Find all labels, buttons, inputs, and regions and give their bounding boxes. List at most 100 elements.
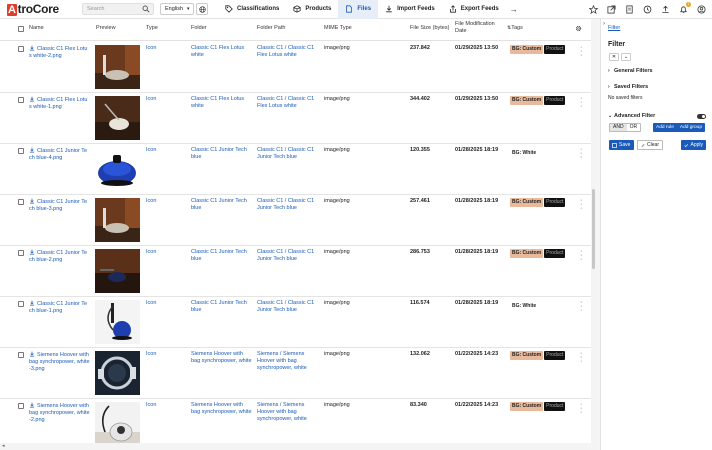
language-select[interactable]: English ▾ <box>160 3 194 15</box>
col-folder[interactable]: Folder <box>191 25 207 32</box>
file-preview-image[interactable] <box>95 300 140 344</box>
table-row[interactable]: Classic C1 Junior Te ch blue-4.png Icon Cla… <box>0 144 596 195</box>
row-checkbox[interactable] <box>18 250 24 256</box>
row-checkbox[interactable] <box>18 148 24 154</box>
download-icon[interactable] <box>29 402 35 408</box>
folder-link[interactable]: Classic C1 Junior Tech blue <box>191 300 253 314</box>
row-checkbox[interactable] <box>18 301 24 307</box>
notes-icon[interactable] <box>625 5 634 14</box>
clear-all-filters-icon[interactable]: ✕ <box>609 53 619 61</box>
folder-link[interactable]: Classic C1 Junior Tech blue <box>191 198 253 212</box>
apply-filter-button[interactable]: Apply <box>681 140 706 150</box>
folder-path-link[interactable]: Siemens / Siemens Hoover with bag synchrop… <box>257 402 321 423</box>
col-preview[interactable]: Preview <box>96 25 116 32</box>
nav-item-products[interactable]: Products <box>286 0 338 19</box>
nav-item-files[interactable]: Files <box>338 0 379 19</box>
folder-link[interactable]: Classic C1 Junior Tech blue <box>191 249 253 263</box>
table-row[interactable]: Siemens Hoover with bag synchropower, whi… <box>0 348 596 399</box>
advanced-filter-toggle[interactable]: ⌄ Advanced Filter <box>608 113 655 119</box>
file-preview-image[interactable] <box>95 147 140 191</box>
row-checkbox[interactable] <box>18 352 24 358</box>
file-name-link[interactable]: Classic C1 Junior Te ch blue-2.png <box>29 249 91 264</box>
save-filter-button[interactable]: Save <box>609 140 634 150</box>
file-preview-image[interactable] <box>95 402 140 446</box>
nav-item-classifications[interactable]: Classifications <box>218 0 286 19</box>
folder-link[interactable]: Classic C1 Flex Lotus white <box>191 96 253 110</box>
upload-icon[interactable] <box>661 5 670 14</box>
add-group-button[interactable]: Add group <box>677 123 705 132</box>
col-tags[interactable]: ⇅Tags <box>507 25 523 32</box>
and-option[interactable]: AND <box>610 124 627 131</box>
file-name-link[interactable]: Classic C1 Junior Te ch blue-1.png <box>29 300 91 315</box>
avatar-icon[interactable] <box>697 5 706 14</box>
row-actions-menu-icon[interactable]: · · · <box>580 95 582 110</box>
file-preview-image[interactable] <box>95 351 140 395</box>
collapse-panel-icon[interactable]: › <box>603 21 605 27</box>
row-checkbox[interactable] <box>18 403 24 409</box>
col-file-size[interactable]: File Size (bytes) <box>410 25 449 32</box>
col-folder-path[interactable]: Folder Path <box>257 25 285 32</box>
col-type[interactable]: Type <box>146 25 158 32</box>
download-icon[interactable] <box>29 147 35 153</box>
file-preview-image[interactable] <box>95 96 140 140</box>
add-rule-button[interactable]: Add rule <box>653 123 677 132</box>
folder-link[interactable]: Siemens Hoover with bag synchropower, whi… <box>191 351 253 365</box>
row-actions-menu-icon[interactable]: · · · <box>580 401 582 416</box>
scroll-left-arrow-icon[interactable]: ◂ <box>2 443 5 449</box>
table-horizontal-scrollbar[interactable]: ◂ <box>0 443 591 450</box>
download-icon[interactable] <box>29 300 35 306</box>
globe-icon[interactable] <box>196 3 208 15</box>
file-name-link[interactable]: Classic C1 Junior Te ch blue-4.png <box>29 147 91 162</box>
folder-link[interactable]: Classic C1 Flex Lotus white <box>191 45 253 59</box>
table-row[interactable]: Classic C1 Junior Te ch blue-3.png Icon Cla… <box>0 195 596 246</box>
search-input[interactable]: Search <box>82 3 154 15</box>
or-option[interactable]: OR <box>627 124 641 131</box>
row-actions-menu-icon[interactable]: · · · <box>580 44 582 59</box>
col-modification-date[interactable]: File Modification Date <box>455 21 499 35</box>
download-icon[interactable] <box>29 45 35 51</box>
file-name-link[interactable]: Siemens Hoover with bag synchropower, whi… <box>29 402 91 424</box>
filter-link[interactable]: Filter <box>608 25 620 31</box>
file-name-link[interactable]: Classic C1 Flex Lotu s white-2.png <box>29 45 91 60</box>
folder-path-link[interactable]: Siemens / Siemens Hoover with bag synchrop… <box>257 351 321 372</box>
folder-path-link[interactable]: Classic C1 / Classic C1 Junior Tech blue <box>257 249 321 263</box>
folder-path-link[interactable]: Classic C1 / Classic C1 Junior Tech blue <box>257 300 321 314</box>
file-name-link[interactable]: Siemens Hoover with bag synchropower, whi… <box>29 351 91 373</box>
folder-link[interactable]: Classic C1 Junior Tech blue <box>191 147 253 161</box>
clear-filter-button[interactable]: Clear <box>637 140 663 150</box>
download-icon[interactable] <box>29 96 35 102</box>
col-name[interactable]: Name <box>29 25 44 32</box>
star-icon[interactable] <box>589 5 598 14</box>
row-checkbox[interactable] <box>18 97 24 103</box>
table-row[interactable]: Classic C1 Junior Te ch blue-1.png Icon Cla… <box>0 297 596 348</box>
advanced-filter-switch[interactable] <box>697 114 706 119</box>
folder-path-link[interactable]: Classic C1 / Classic C1 Junior Tech blue <box>257 198 321 212</box>
download-icon[interactable] <box>29 249 35 255</box>
folder-path-link[interactable]: Classic C1 / Classic C1 Flex Lotus white <box>257 45 321 59</box>
row-actions-menu-icon[interactable]: · · · <box>580 350 582 365</box>
row-actions-menu-icon[interactable]: · · · <box>580 248 582 263</box>
folder-link[interactable]: Siemens Hoover with bag synchropower, whi… <box>191 402 253 416</box>
folder-path-link[interactable]: Classic C1 / Classic C1 Junior Tech blue <box>257 147 321 161</box>
file-preview-image[interactable] <box>95 198 140 242</box>
download-icon[interactable] <box>29 198 35 204</box>
file-name-link[interactable]: Classic C1 Junior Te ch blue-3.png <box>29 198 91 213</box>
collapse-all-icon[interactable]: ⌄ <box>621 53 631 61</box>
nav-item-import-feeds[interactable]: Import Feeds <box>378 0 442 19</box>
select-all-checkbox[interactable] <box>18 26 24 32</box>
saved-filters-toggle[interactable]: › Saved Filters <box>608 84 648 90</box>
row-actions-menu-icon[interactable]: · · · <box>580 197 582 212</box>
table-row[interactable]: Classic C1 Junior Te ch blue-2.png Icon Cla… <box>0 246 596 297</box>
file-preview-image[interactable] <box>95 45 140 89</box>
row-actions-menu-icon[interactable]: · · · <box>580 299 582 314</box>
external-link-icon[interactable] <box>607 5 616 14</box>
file-name-link[interactable]: Classic C1 Flex Lotu s white-1.png <box>29 96 91 111</box>
nav-item-export-feeds[interactable]: Export Feeds <box>442 0 506 19</box>
general-filters-toggle[interactable]: › General Filters <box>608 68 653 74</box>
scrollbar-thumb[interactable] <box>592 189 595 269</box>
row-checkbox[interactable] <box>18 199 24 205</box>
table-row[interactable]: Classic C1 Flex Lotu s white-2.png Icon Cla… <box>0 42 596 93</box>
folder-path-link[interactable]: Classic C1 / Classic C1 Flex Lotus white <box>257 96 321 110</box>
file-preview-image[interactable] <box>95 249 140 293</box>
row-actions-menu-icon[interactable]: · · · <box>580 146 582 161</box>
